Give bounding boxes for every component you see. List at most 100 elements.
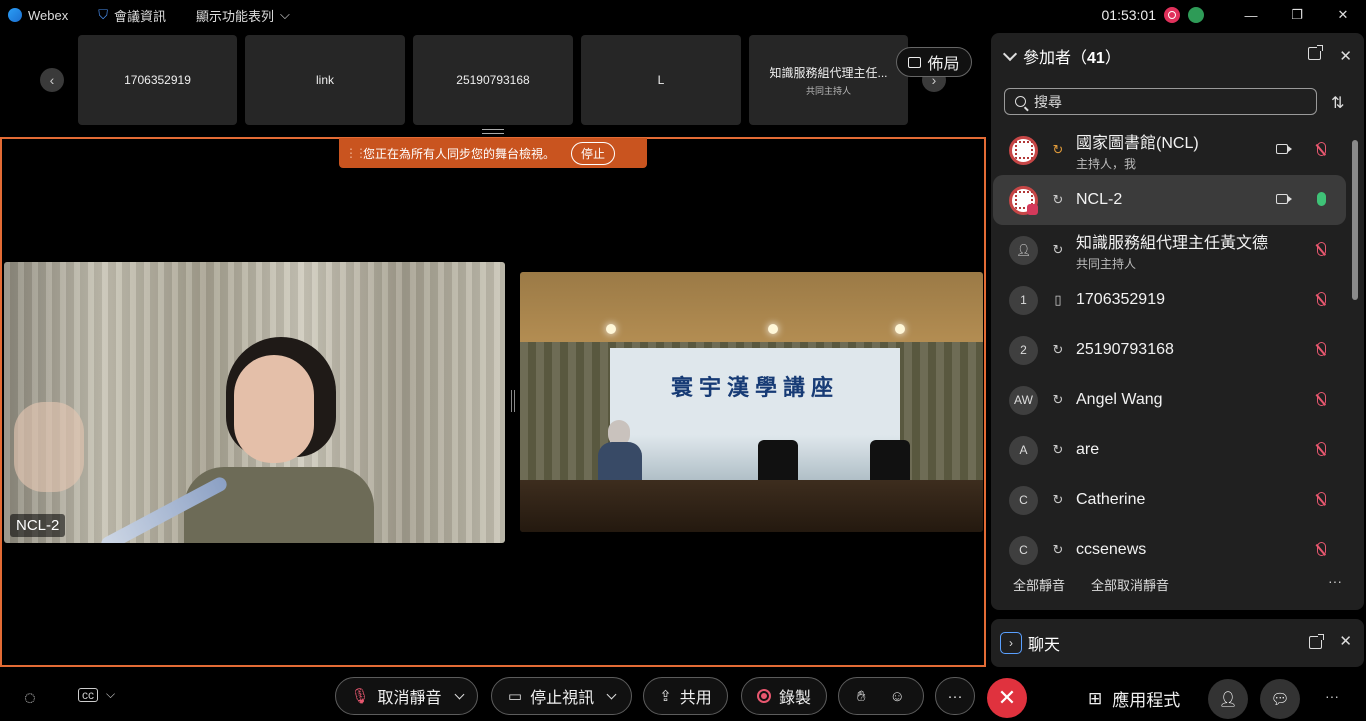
video-camera-icon[interactable]: [1276, 144, 1292, 154]
avatar: C: [1009, 485, 1038, 515]
device-icon: ↻: [1052, 192, 1064, 207]
layout-button[interactable]: 佈局: [896, 47, 972, 77]
leave-meeting-button[interactable]: ✕: [987, 678, 1027, 718]
closed-captions-icon[interactable]: cc: [78, 688, 98, 702]
stage-divider-handle[interactable]: [511, 390, 515, 412]
avatar: [1009, 135, 1038, 165]
host-phone-icon: ↻: [1052, 142, 1064, 157]
lecture-banner: 寰宇漢學講座: [610, 348, 900, 486]
thumbnail-tile[interactable]: link: [245, 35, 405, 125]
title-bar: Webex ⛉ 會議資訊 顯示功能表列 ⌵ 01:53:01 — ❐ ✕: [0, 0, 1366, 30]
participants-count: 41: [1087, 50, 1105, 67]
expand-chat-button[interactable]: ›: [1000, 632, 1022, 654]
chevron-down-icon[interactable]: [454, 689, 464, 699]
chevron-down-icon[interactable]: [1002, 46, 1018, 62]
chevron-down-icon[interactable]: ⌵: [106, 687, 115, 702]
close-icon[interactable]: ✕: [1339, 632, 1352, 650]
list-item[interactable]: AW ↻ Angel Wang: [993, 375, 1346, 425]
chat-panel[interactable]: › 聊天 ✕: [991, 619, 1364, 667]
ellipsis-icon: ···: [947, 687, 963, 705]
participant-scrollbar[interactable]: [1352, 128, 1358, 565]
unmute-all-button[interactable]: 全部取消靜音: [1091, 575, 1169, 594]
strip-resize-handle[interactable]: [482, 129, 504, 134]
network-stats-icon[interactable]: [1188, 7, 1204, 23]
more-options-button[interactable]: ···: [1328, 573, 1342, 589]
participants-header[interactable]: 參加者（41） ✕: [991, 33, 1364, 79]
meeting-info-label: 會議資訊: [114, 8, 167, 24]
mic-active-icon[interactable]: [1317, 192, 1326, 206]
list-item[interactable]: 2 ↻ 25190793168: [993, 325, 1346, 375]
chat-toggle-button[interactable]: 💬︎: [1260, 679, 1300, 719]
pop-out-icon[interactable]: [1309, 634, 1324, 649]
list-item[interactable]: ↻ 國家圖書館(NCL) 主持人，我: [993, 125, 1346, 175]
chevron-down-icon: ⌵: [280, 7, 290, 22]
minimize-button[interactable]: —: [1228, 0, 1274, 30]
mic-muted-icon[interactable]: [1317, 392, 1326, 406]
strip-prev-button[interactable]: ‹: [40, 68, 64, 92]
apps-button[interactable]: ⊞ 應用程式: [1088, 686, 1180, 711]
video-camera-icon[interactable]: [1276, 194, 1292, 204]
record-button[interactable]: 錄製: [741, 677, 827, 715]
more-icon[interactable]: ···: [1325, 688, 1339, 704]
chevron-down-icon[interactable]: [606, 689, 617, 699]
thumbnail-tile[interactable]: 1706352919: [78, 35, 237, 125]
list-item[interactable]: A ↻ are: [993, 425, 1346, 475]
mic-muted-icon[interactable]: [1317, 142, 1326, 156]
raise-hand-icon: ✋︎: [857, 687, 866, 705]
participant-name: 國家圖書館(NCL): [1076, 134, 1199, 152]
apps-label: 應用程式: [1112, 691, 1181, 710]
participant-name: NCL-2: [1076, 191, 1123, 208]
ai-assistant-icon[interactable]: ◌: [24, 687, 36, 710]
avatar: C: [1009, 535, 1038, 565]
unmute-button[interactable]: 🎙︎ 取消靜音: [335, 677, 478, 715]
participant-search-input[interactable]: 搜尋: [1004, 88, 1317, 115]
participants-title: 參加者（41）: [1023, 50, 1121, 67]
list-item[interactable]: C ↻ Catherine: [993, 475, 1346, 525]
share-button[interactable]: ⇪ 共用: [643, 677, 728, 715]
avatar: 2: [1009, 335, 1038, 365]
pop-out-icon[interactable]: [1308, 45, 1324, 60]
thumbnail-tile[interactable]: 知識服務組代理主任... 共同主持人: [749, 35, 908, 125]
participant-name: Catherine: [1076, 491, 1146, 508]
webex-logo: Webex: [8, 8, 68, 23]
list-item[interactable]: 1 ▯ 1706352919: [993, 275, 1346, 325]
device-icon: ↻: [1052, 242, 1064, 257]
restore-button[interactable]: ❐: [1274, 0, 1320, 30]
lamp-figure: [895, 324, 905, 334]
reactions-button[interactable]: ✋︎ ☺: [838, 677, 924, 715]
mic-muted-icon[interactable]: [1317, 292, 1326, 306]
stop-sync-button[interactable]: 停止: [571, 141, 616, 165]
sort-icon[interactable]: ⇅: [1331, 93, 1344, 113]
mic-muted-icon[interactable]: [1317, 442, 1326, 456]
shield-icon: ⛉: [98, 7, 108, 22]
mic-muted-icon[interactable]: [1317, 242, 1326, 256]
scrollbar-thumb[interactable]: [1352, 140, 1358, 300]
close-window-button[interactable]: ✕: [1320, 0, 1366, 30]
thumbnail-tile[interactable]: 25190793168: [413, 35, 573, 125]
mic-muted-icon[interactable]: [1317, 342, 1326, 356]
close-icon[interactable]: ✕: [1339, 47, 1352, 65]
participants-toggle-button[interactable]: 👤︎: [1208, 679, 1248, 719]
chevron-right-icon: ›: [1009, 636, 1013, 650]
stop-video-button[interactable]: ▭ 停止視訊: [491, 677, 632, 715]
mic-muted-icon[interactable]: [1317, 492, 1326, 506]
video-tile-lecture-room[interactable]: 寰宇漢學講座: [520, 272, 983, 532]
participant-name: are: [1076, 441, 1100, 458]
more-options-button[interactable]: ···: [935, 677, 975, 715]
meeting-timer: 01:53:01: [1101, 7, 1157, 23]
list-item[interactable]: ↻ NCL-2: [993, 175, 1346, 225]
thumbnail-tile[interactable]: L: [581, 35, 741, 125]
mute-all-button[interactable]: 全部靜音: [1013, 575, 1065, 594]
hand-figure: [14, 402, 84, 492]
mic-muted-icon[interactable]: [1317, 542, 1326, 556]
view-menu-button[interactable]: 顯示功能表列 ⌵: [196, 6, 290, 25]
video-tile-ncl-2[interactable]: NCL-2: [4, 262, 505, 543]
app-name: Webex: [28, 7, 69, 23]
device-icon: ↻: [1052, 492, 1064, 507]
drag-handle-icon[interactable]: ⋮⋮: [345, 146, 367, 160]
recording-indicator-icon[interactable]: [1164, 7, 1180, 23]
participant-name: 知識服務組代理主任黃文德: [1076, 234, 1269, 252]
list-item[interactable]: 👤︎ ↻ 知識服務組代理主任黃文德 共同主持人: [993, 225, 1346, 275]
list-item[interactable]: C ↻ ccsenews: [993, 525, 1346, 575]
meeting-info-button[interactable]: ⛉ 會議資訊: [98, 6, 166, 25]
